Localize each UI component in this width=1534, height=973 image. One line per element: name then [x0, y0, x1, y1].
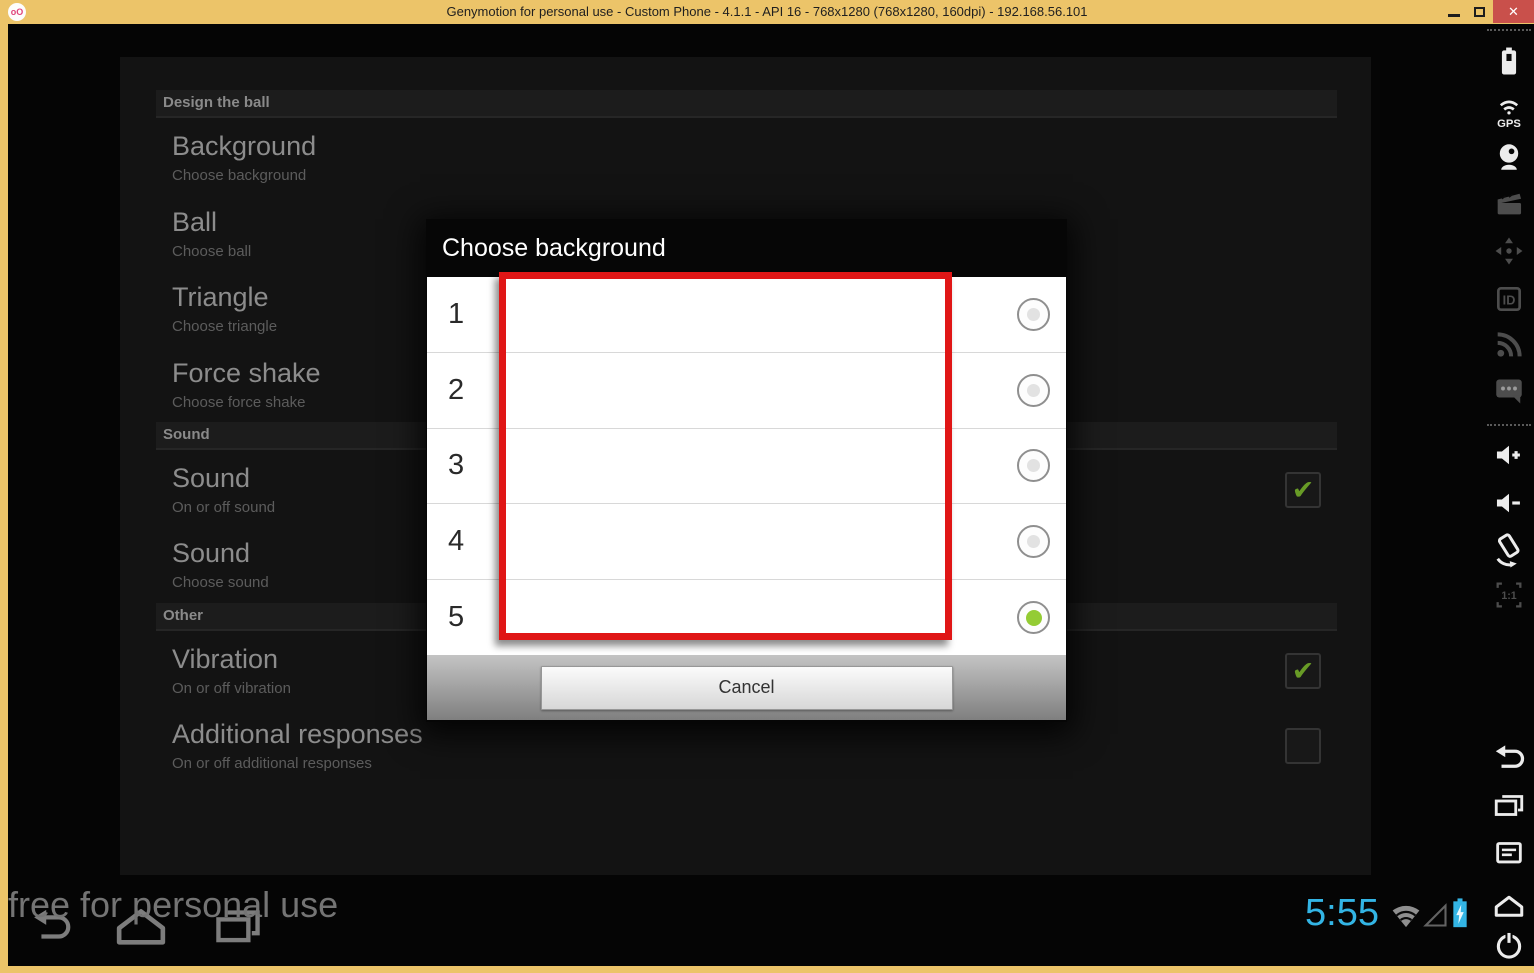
pref-title: Force shake	[172, 358, 321, 389]
pref-sound-choose[interactable]: Sound Choose sound	[172, 538, 269, 591]
toolbar-menu-icon[interactable]	[1490, 836, 1528, 868]
minimize-button[interactable]	[1440, 0, 1468, 23]
radio-button[interactable]	[1017, 601, 1050, 634]
toolbar-separator	[1487, 29, 1531, 31]
radio-dot	[1027, 535, 1040, 548]
pref-title: Additional responses	[172, 719, 423, 750]
pref-ball[interactable]: Ball Choose ball	[172, 207, 251, 260]
radio-button[interactable]	[1017, 374, 1050, 407]
minimize-icon	[1448, 14, 1460, 17]
identifiers-widget-icon[interactable]: ID	[1490, 283, 1528, 315]
option-label: 5	[427, 601, 487, 634]
pref-subtitle: Choose sound	[172, 574, 269, 591]
toolbar-home-icon[interactable]	[1490, 888, 1528, 920]
radio-dot	[1027, 308, 1040, 321]
pref-subtitle: Choose ball	[172, 243, 251, 260]
option-label: 3	[427, 449, 487, 482]
radio-dot	[1027, 459, 1040, 472]
pref-title: Ball	[172, 207, 251, 238]
pref-force-shake[interactable]: Force shake Choose force shake	[172, 358, 321, 411]
battery-widget-icon[interactable]	[1490, 44, 1528, 78]
maximize-icon	[1474, 7, 1485, 17]
maximize-button[interactable]	[1466, 0, 1492, 23]
radio-dot	[1026, 610, 1042, 626]
pref-subtitle: Choose force shake	[172, 394, 321, 411]
sms-widget-icon[interactable]	[1490, 372, 1528, 408]
cellular-signal-icon	[1420, 901, 1450, 929]
gps-label: GPS	[1497, 118, 1521, 130]
pref-title: Sound	[172, 538, 269, 569]
pixel-perfect-icon[interactable]: 1:1	[1490, 578, 1528, 612]
checkbox-additional-responses[interactable]	[1285, 728, 1321, 764]
option-label: 4	[427, 525, 487, 558]
pref-vibration[interactable]: Vibration On or off vibration	[172, 644, 291, 697]
network-widget-icon[interactable]	[1490, 328, 1528, 362]
annotation-rectangle	[499, 272, 952, 640]
pref-triangle[interactable]: Triangle Choose triangle	[172, 282, 277, 335]
toolbar-recent-apps-icon[interactable]	[1490, 788, 1528, 820]
toolbar-back-icon[interactable]	[1490, 740, 1528, 776]
pref-title: Triangle	[172, 282, 277, 313]
dialog-title: Choose background	[426, 219, 1067, 277]
radio-dot	[1027, 384, 1040, 397]
cancel-button[interactable]: Cancel	[541, 666, 953, 710]
pref-sound-toggle[interactable]: Sound On or off sound	[172, 463, 275, 516]
window-titlebar: oO Genymotion for personal use - Custom …	[0, 0, 1534, 24]
rotate-screen-icon[interactable]	[1490, 530, 1528, 568]
id-label: ID	[1503, 293, 1516, 307]
pref-subtitle: On or off additional responses	[172, 755, 423, 772]
screencast-widget-icon[interactable]	[1490, 186, 1528, 220]
pref-subtitle: Choose background	[172, 167, 316, 184]
pixel-perfect-label: 1:1	[1501, 590, 1516, 602]
watermark-text: free for personal use	[8, 884, 338, 926]
pref-subtitle: Choose triangle	[172, 318, 277, 335]
close-button[interactable]: ✕	[1493, 0, 1534, 23]
gps-widget-icon[interactable]: GPS	[1490, 92, 1528, 132]
pref-title: Sound	[172, 463, 275, 494]
checkbox-vibration[interactable]	[1285, 653, 1321, 689]
option-label: 2	[427, 374, 487, 407]
checkbox-sound[interactable]	[1285, 472, 1321, 508]
volume-down-icon[interactable]	[1490, 486, 1528, 520]
pref-subtitle: On or off vibration	[172, 680, 291, 697]
camera-widget-icon[interactable]	[1490, 140, 1528, 174]
power-icon[interactable]	[1490, 928, 1528, 962]
option-label: 1	[427, 298, 487, 331]
dialog-footer: Cancel	[427, 655, 1066, 720]
pan-widget-icon[interactable]	[1490, 234, 1528, 268]
pref-title: Vibration	[172, 644, 291, 675]
radio-button[interactable]	[1017, 298, 1050, 331]
pref-additional-responses[interactable]: Additional responses On or off additiona…	[172, 719, 423, 772]
status-clock: 5:55	[1305, 892, 1379, 935]
section-design-the-ball: Design the ball	[156, 90, 1337, 118]
pref-subtitle: On or off sound	[172, 499, 275, 516]
battery-charging-icon	[1450, 896, 1470, 930]
toolbar-separator	[1487, 424, 1531, 426]
radio-button[interactable]	[1017, 449, 1050, 482]
window-title: Genymotion for personal use - Custom Pho…	[0, 0, 1534, 24]
wifi-icon	[1388, 898, 1424, 930]
pref-background[interactable]: Background Choose background	[172, 131, 316, 184]
radio-button[interactable]	[1017, 525, 1050, 558]
pref-title: Background	[172, 131, 316, 162]
volume-up-icon[interactable]	[1490, 438, 1528, 472]
